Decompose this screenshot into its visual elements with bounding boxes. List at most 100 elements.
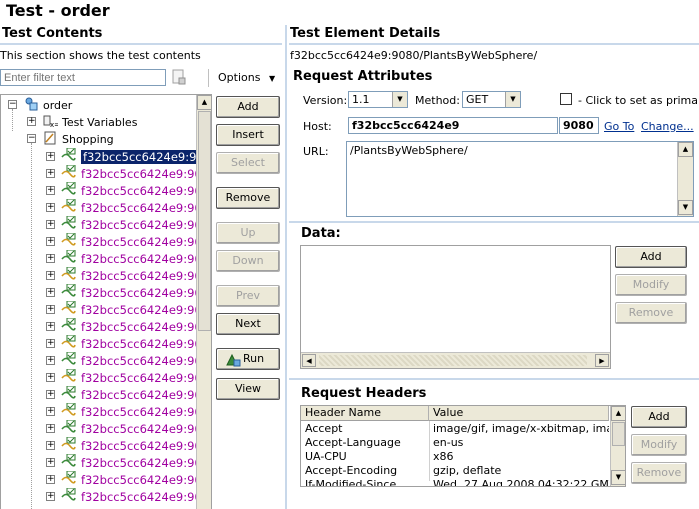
request-item[interactable]: + f32bcc5cc6424e9:9080/	[1, 471, 211, 488]
request-item[interactable]: + f32bcc5cc6424e9:9080/	[1, 148, 211, 165]
table-row[interactable]: If-Modified-Since Wed, 27 Aug 2008 04:32:…	[301, 478, 609, 486]
expand-icon[interactable]: +	[46, 390, 55, 399]
expand-icon[interactable]: +	[46, 356, 55, 365]
scroll-thumb[interactable]	[612, 422, 625, 446]
expand-icon[interactable]: +	[46, 373, 55, 382]
primary-checkbox[interactable]	[560, 93, 572, 105]
request-item[interactable]: + f32bcc5cc6424e9:9080/	[1, 165, 211, 182]
table-row[interactable]: UA-CPU x86	[301, 450, 609, 464]
chevron-down-icon[interactable]: ▼	[505, 92, 520, 107]
expand-icon[interactable]: +	[46, 203, 55, 212]
chevron-down-icon[interactable]: ▼	[392, 92, 407, 107]
expand-icon[interactable]: +	[46, 458, 55, 467]
expand-icon[interactable]: +	[46, 271, 55, 280]
expand-icon[interactable]: +	[46, 237, 55, 246]
expand-icon[interactable]: +	[46, 288, 55, 297]
headers-scrollbar[interactable]: ▲ ▼	[610, 406, 625, 486]
scroll-up-icon[interactable]: ▲	[678, 142, 693, 157]
request-item[interactable]: + f32bcc5cc6424e9:9080/	[1, 488, 211, 505]
expand-icon[interactable]: +	[46, 492, 55, 501]
collapse-icon[interactable]: −	[27, 134, 36, 143]
down-button[interactable]: Down	[216, 250, 280, 272]
scroll-up-icon[interactable]: ▲	[611, 406, 625, 421]
expand-icon[interactable]: +	[46, 254, 55, 263]
prev-button[interactable]: Prev	[216, 285, 280, 307]
request-item[interactable]: + f32bcc5cc6424e9:9080/	[1, 284, 211, 301]
up-button[interactable]: Up	[216, 222, 280, 244]
tree-item-test-variables[interactable]: + x= Test Variables	[1, 114, 195, 131]
request-item[interactable]: + f32bcc5cc6424e9:9080/	[1, 386, 211, 403]
scroll-left-icon[interactable]: ◀	[302, 354, 316, 367]
add-button[interactable]: Add	[216, 96, 280, 118]
request-item[interactable]: + f32bcc5cc6424e9:9080/	[1, 199, 211, 216]
request-item[interactable]: + f32bcc5cc6424e9:9080/	[1, 233, 211, 250]
expand-icon[interactable]: +	[46, 339, 55, 348]
data-remove-button[interactable]: Remove	[615, 302, 687, 324]
expand-icon[interactable]: +	[46, 407, 55, 416]
view-button[interactable]: View	[216, 378, 280, 400]
request-item[interactable]: + f32bcc5cc6424e9:9080/	[1, 403, 211, 420]
data-add-button[interactable]: Add	[615, 246, 687, 268]
scroll-down-icon[interactable]: ▼	[678, 200, 693, 215]
scroll-track[interactable]	[319, 355, 587, 366]
filter-input[interactable]	[0, 69, 166, 86]
request-item[interactable]: + f32bcc5cc6424e9:9080/	[1, 216, 211, 233]
expand-icon[interactable]: +	[46, 186, 55, 195]
expand-icon[interactable]: +	[46, 424, 55, 433]
port-field[interactable]: 9080	[559, 117, 599, 134]
tree-scrollbar[interactable]: ▲	[196, 95, 211, 509]
table-row[interactable]: Accept-Encoding gzip, deflate	[301, 464, 609, 478]
url-scrollbar[interactable]: ▲ ▼	[677, 142, 693, 216]
table-row[interactable]: Accept image/gif, image/x-xbitmap, image/…	[301, 422, 609, 436]
run-button[interactable]: Run	[216, 348, 280, 370]
request-item[interactable]: + f32bcc5cc6424e9:9080/	[1, 437, 211, 454]
expand-icon[interactable]: +	[46, 220, 55, 229]
column-header-value[interactable]: Value	[429, 406, 609, 421]
request-item[interactable]: + f32bcc5cc6424e9:9080/	[1, 250, 211, 267]
host-field[interactable]: f32bcc5cc6424e9	[348, 117, 558, 134]
request-item[interactable]: + f32bcc5cc6424e9:9080/	[1, 267, 211, 284]
expand-icon[interactable]: +	[46, 169, 55, 178]
request-item[interactable]: + f32bcc5cc6424e9:9080/	[1, 420, 211, 437]
request-item[interactable]: + f32bcc5cc6424e9:9080/	[1, 318, 211, 335]
request-item[interactable]: + f32bcc5cc6424e9:9080/	[1, 335, 211, 352]
expand-icon[interactable]: +	[46, 305, 55, 314]
headers-modify-button[interactable]: Modify	[631, 434, 687, 456]
expand-icon[interactable]: +	[46, 322, 55, 331]
headers-remove-button[interactable]: Remove	[631, 462, 687, 484]
data-modify-button[interactable]: Modify	[615, 274, 687, 296]
insert-button[interactable]: Insert	[216, 124, 280, 146]
test-tree[interactable]: − order + x= Test Variables − Shopping + f32bcc5…	[0, 94, 212, 509]
next-button[interactable]: Next	[216, 313, 280, 335]
expand-icon[interactable]: +	[27, 117, 36, 126]
request-item[interactable]: + f32bcc5cc6424e9:9080/	[1, 301, 211, 318]
scroll-down-icon[interactable]: ▼	[611, 470, 625, 485]
method-select[interactable]: GET ▼	[462, 91, 521, 108]
request-item[interactable]: + f32bcc5cc6424e9:9080/	[1, 369, 211, 386]
request-item[interactable]: + f32bcc5cc6424e9:9080/	[1, 182, 211, 199]
scroll-up-icon[interactable]: ▲	[197, 95, 211, 110]
scroll-thumb[interactable]	[198, 111, 211, 331]
scroll-right-icon[interactable]: ▶	[595, 354, 609, 367]
request-item[interactable]: + f32bcc5cc6424e9:9080/	[1, 454, 211, 471]
expand-icon[interactable]: +	[46, 152, 55, 161]
expand-icon[interactable]: +	[46, 441, 55, 450]
panel-divider[interactable]	[285, 25, 287, 509]
column-header-name[interactable]: Header Name	[301, 406, 429, 421]
expand-icon[interactable]: +	[46, 475, 55, 484]
tree-item-order[interactable]: − order	[1, 97, 195, 114]
options-menu[interactable]: Options ▼	[218, 71, 275, 84]
select-button[interactable]: Select	[216, 152, 280, 174]
url-textarea[interactable]: /PlantsByWebSphere/ ▲ ▼	[346, 141, 694, 217]
table-row[interactable]: Accept-Language en-us	[301, 436, 609, 450]
data-hscrollbar[interactable]: ◀ ▶	[301, 352, 610, 368]
headers-table[interactable]: Header Name Value Accept image/gif, image…	[300, 405, 626, 487]
headers-add-button[interactable]: Add	[631, 406, 687, 428]
data-area[interactable]: ◀ ▶	[300, 245, 611, 369]
change-link[interactable]: Change...	[641, 120, 694, 133]
remove-button[interactable]: Remove	[216, 187, 280, 209]
request-item[interactable]: + f32bcc5cc6424e9:9080/	[1, 352, 211, 369]
version-select[interactable]: 1.1 ▼	[348, 91, 408, 108]
filter-clear-icon[interactable]	[172, 69, 186, 85]
collapse-icon[interactable]: −	[8, 100, 17, 109]
